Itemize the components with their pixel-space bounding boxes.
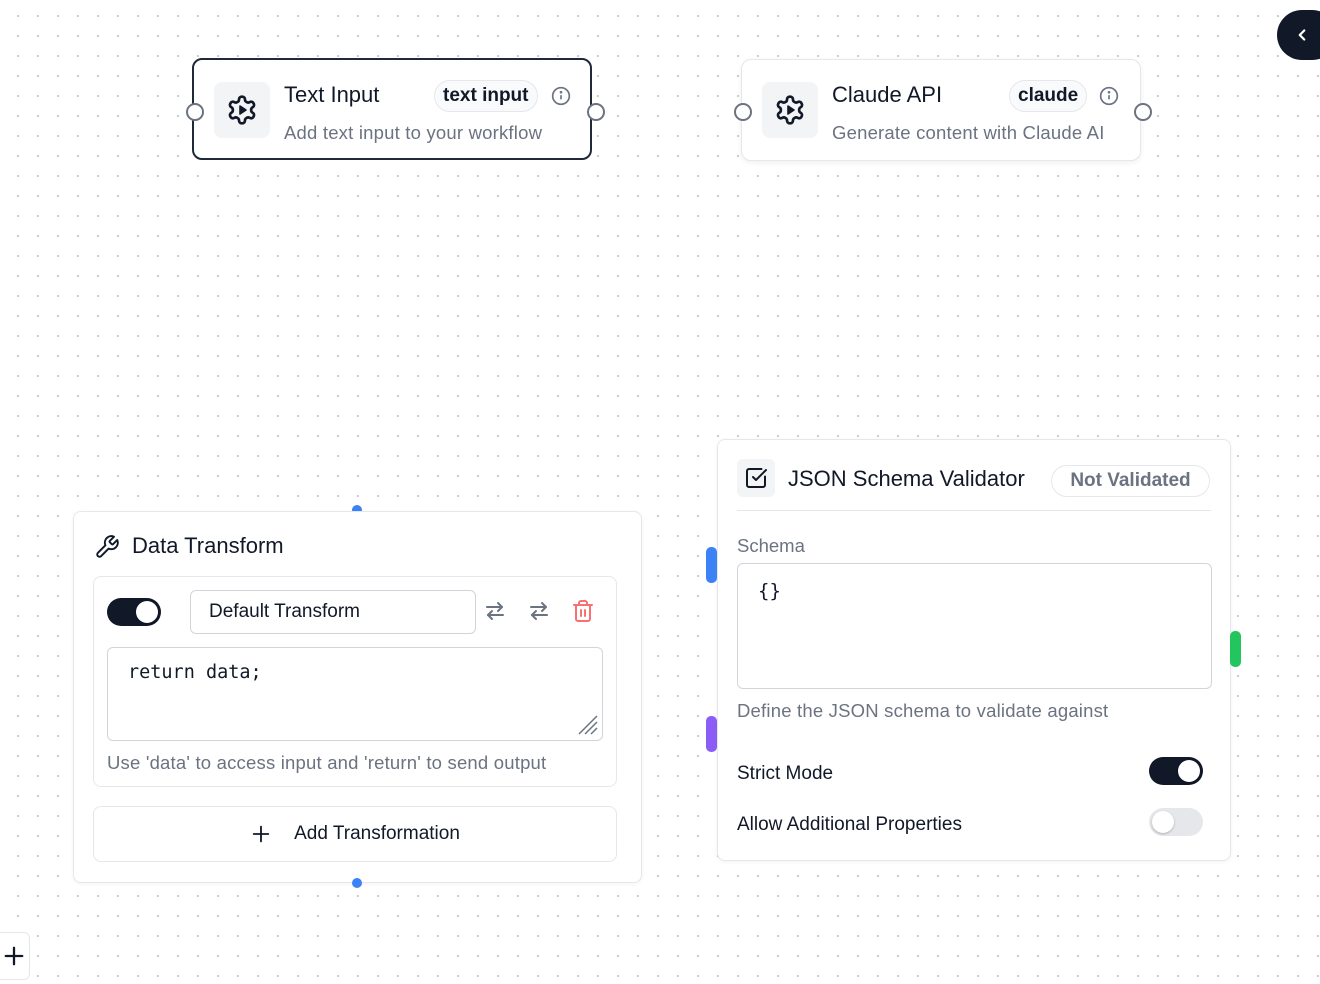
allow-additional-properties-label: Allow Additional Properties [737, 814, 962, 835]
arrows-swap-icon [486, 602, 504, 620]
toggle-knob [1152, 811, 1174, 833]
claude-api-node[interactable]: Claude API claude Generate content with … [741, 59, 1141, 161]
plus-icon [252, 825, 270, 843]
code-hint: Use 'data' to access input and 'return' … [107, 752, 547, 773]
input-handle[interactable] [734, 103, 752, 121]
input-handle[interactable] [706, 716, 717, 752]
info-icon[interactable] [1099, 86, 1119, 106]
add-transformation-button[interactable]: Add Transformation [93, 806, 617, 862]
info-icon[interactable] [551, 86, 571, 106]
workflow-canvas[interactable]: Text Input text input Add text input to … [0, 0, 1320, 984]
allow-additional-properties-toggle[interactable] [1149, 808, 1203, 836]
node-title: Claude API [832, 82, 943, 107]
checkbox-icon [737, 459, 775, 497]
input-handle[interactable] [706, 547, 717, 583]
node-type-badge: text input [434, 80, 538, 112]
schema-editor[interactable]: {} [737, 563, 1212, 689]
schema-help-text: Define the JSON schema to validate again… [737, 700, 1109, 721]
transform-code-editor[interactable]: return data; [107, 647, 603, 741]
toggle-knob [136, 601, 158, 623]
node-description: Add text input to your workflow [284, 122, 543, 143]
gear-icon [214, 82, 270, 138]
chevron-left-icon [1298, 29, 1306, 41]
wrench-icon [96, 535, 119, 558]
plus-icon [4, 946, 23, 966]
node-title: Text Input [284, 82, 380, 107]
output-handle[interactable] [1230, 631, 1241, 667]
strict-mode-toggle[interactable] [1149, 757, 1203, 785]
text-input-node[interactable]: Text Input text input Add text input to … [192, 58, 592, 160]
validation-status-badge: Not Validated [1051, 465, 1210, 497]
node-description: Generate content with Claude AI [832, 122, 1105, 143]
output-handle[interactable] [587, 103, 605, 121]
swap-button[interactable] [525, 597, 553, 625]
swap-button[interactable] [481, 597, 509, 625]
toggle-knob [1178, 760, 1200, 782]
gear-icon [762, 82, 818, 138]
node-title: JSON Schema Validator [788, 466, 1025, 491]
add-node-button[interactable] [0, 932, 30, 980]
node-type-badge: claude [1009, 80, 1088, 112]
input-handle[interactable] [186, 103, 204, 121]
output-handle[interactable] [352, 878, 362, 888]
add-transformation-label: Add Transformation [294, 823, 460, 844]
trash-icon [573, 600, 593, 622]
json-schema-validator-node[interactable]: JSON Schema Validator Not Validated Sche… [717, 439, 1231, 861]
transform-card: return data; Use 'data' to access input … [93, 576, 617, 787]
schema-label: Schema [737, 535, 805, 556]
transform-enabled-toggle[interactable] [107, 598, 161, 626]
resize-grip-icon[interactable] [575, 712, 599, 736]
delete-transform-button[interactable] [569, 597, 597, 625]
strict-mode-label: Strict Mode [737, 763, 834, 784]
transform-name-input[interactable] [190, 590, 476, 634]
arrows-swap-icon [530, 602, 548, 620]
output-handle[interactable] [1134, 103, 1152, 121]
data-transform-node[interactable]: Data Transform return data; [73, 511, 642, 883]
panel-toggle-button[interactable] [1277, 10, 1320, 60]
divider [737, 510, 1211, 511]
node-title: Data Transform [132, 533, 284, 558]
